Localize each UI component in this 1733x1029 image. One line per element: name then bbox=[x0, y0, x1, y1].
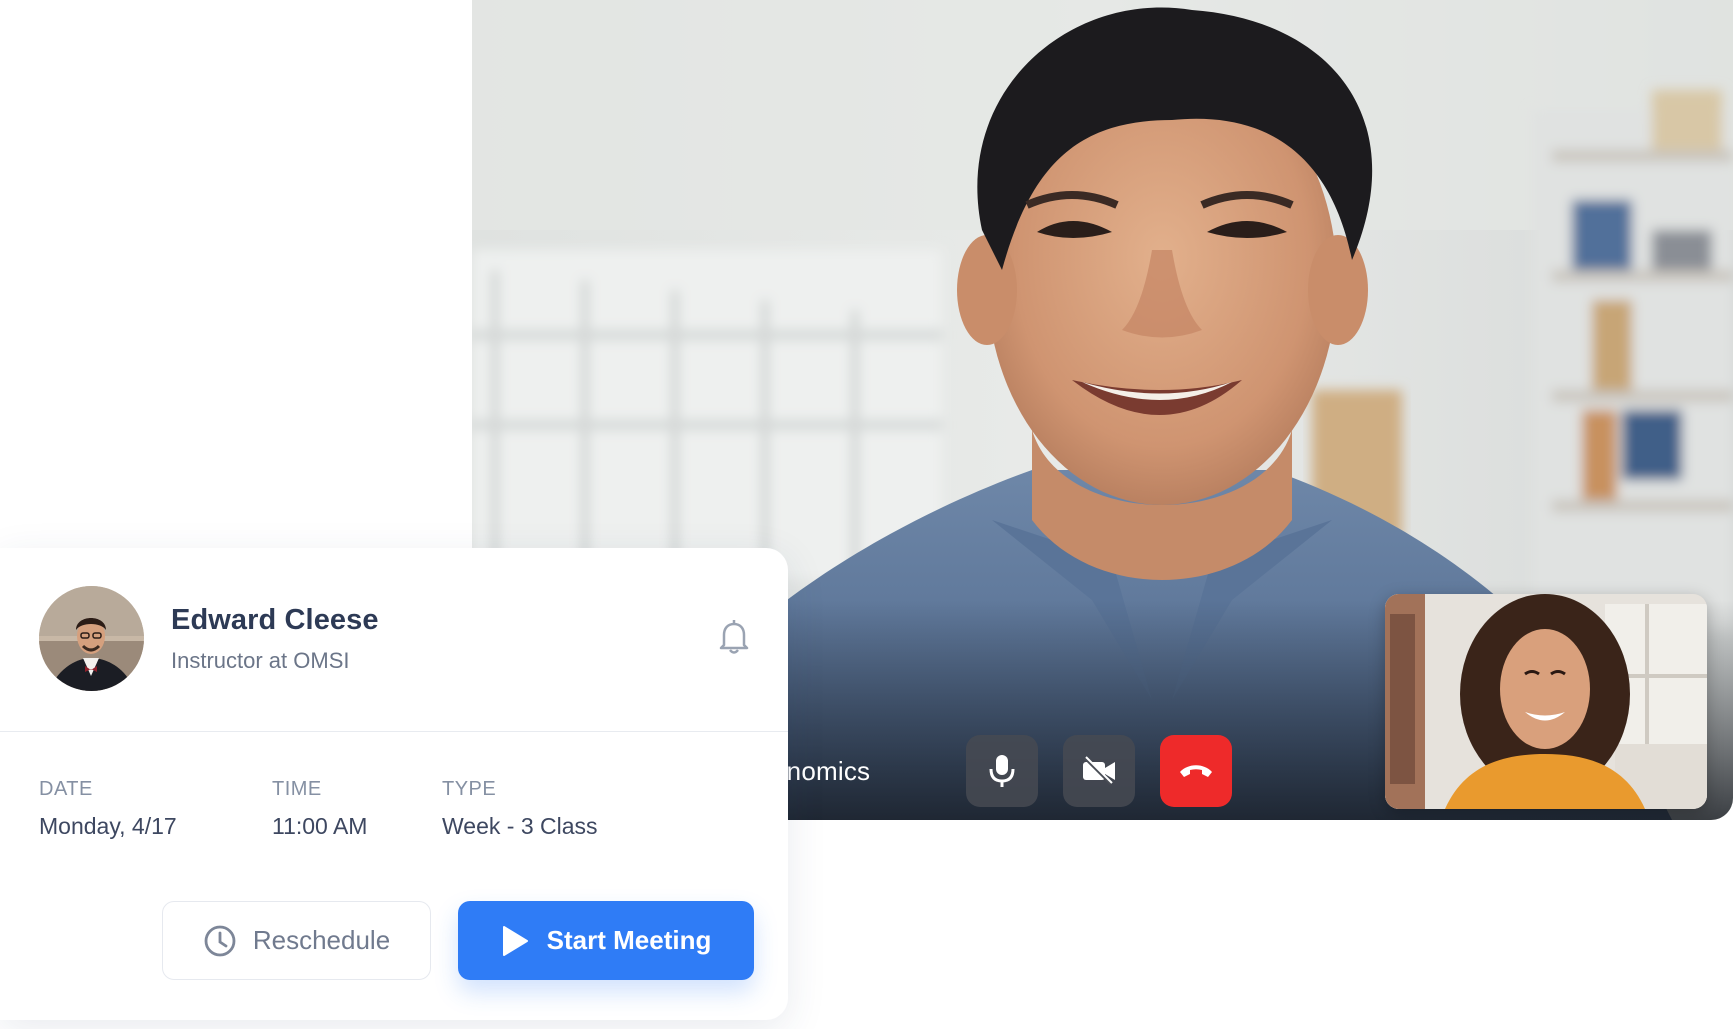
play-icon bbox=[502, 925, 528, 956]
date-value: Monday, 4/17 bbox=[39, 813, 177, 839]
host-role: Instructor at OMSI bbox=[171, 648, 350, 673]
type-field: TYPE Week - 3 Class bbox=[442, 778, 598, 840]
time-field: TIME 11:00 AM bbox=[272, 778, 367, 840]
start-meeting-label: Start Meeting bbox=[546, 925, 712, 955]
end-call-button[interactable] bbox=[1160, 735, 1232, 807]
meeting-card: Edward Cleese Instructor at OMSI DATE Mo… bbox=[0, 548, 788, 1020]
camera-toggle-button[interactable] bbox=[1063, 735, 1135, 807]
reschedule-button[interactable]: Reschedule bbox=[162, 901, 431, 980]
notification-button[interactable] bbox=[718, 619, 750, 655]
date-field: DATE Monday, 4/17 bbox=[39, 778, 177, 840]
date-label: DATE bbox=[39, 778, 93, 800]
reschedule-label: Reschedule bbox=[252, 925, 391, 955]
clock-icon bbox=[204, 925, 236, 956]
mute-button[interactable] bbox=[966, 735, 1038, 807]
bell-icon bbox=[719, 620, 749, 654]
start-meeting-button[interactable]: Start Meeting bbox=[458, 901, 754, 980]
type-label: TYPE bbox=[442, 778, 497, 800]
participant-video-feed bbox=[1385, 594, 1707, 809]
self-view-video[interactable] bbox=[1385, 594, 1707, 809]
card-header: Edward Cleese Instructor at OMSI bbox=[0, 548, 788, 732]
time-value: 11:00 AM bbox=[272, 813, 368, 839]
microphone-icon bbox=[989, 755, 1015, 787]
avatar bbox=[39, 586, 144, 691]
time-label: TIME bbox=[272, 778, 322, 800]
type-value: Week - 3 Class bbox=[442, 813, 598, 839]
phone-hangup-icon bbox=[1180, 765, 1212, 777]
host-name: Edward Cleese bbox=[171, 604, 379, 636]
call-controls bbox=[966, 735, 1232, 807]
video-off-icon bbox=[1083, 756, 1115, 786]
host-avatar-image bbox=[39, 586, 144, 691]
